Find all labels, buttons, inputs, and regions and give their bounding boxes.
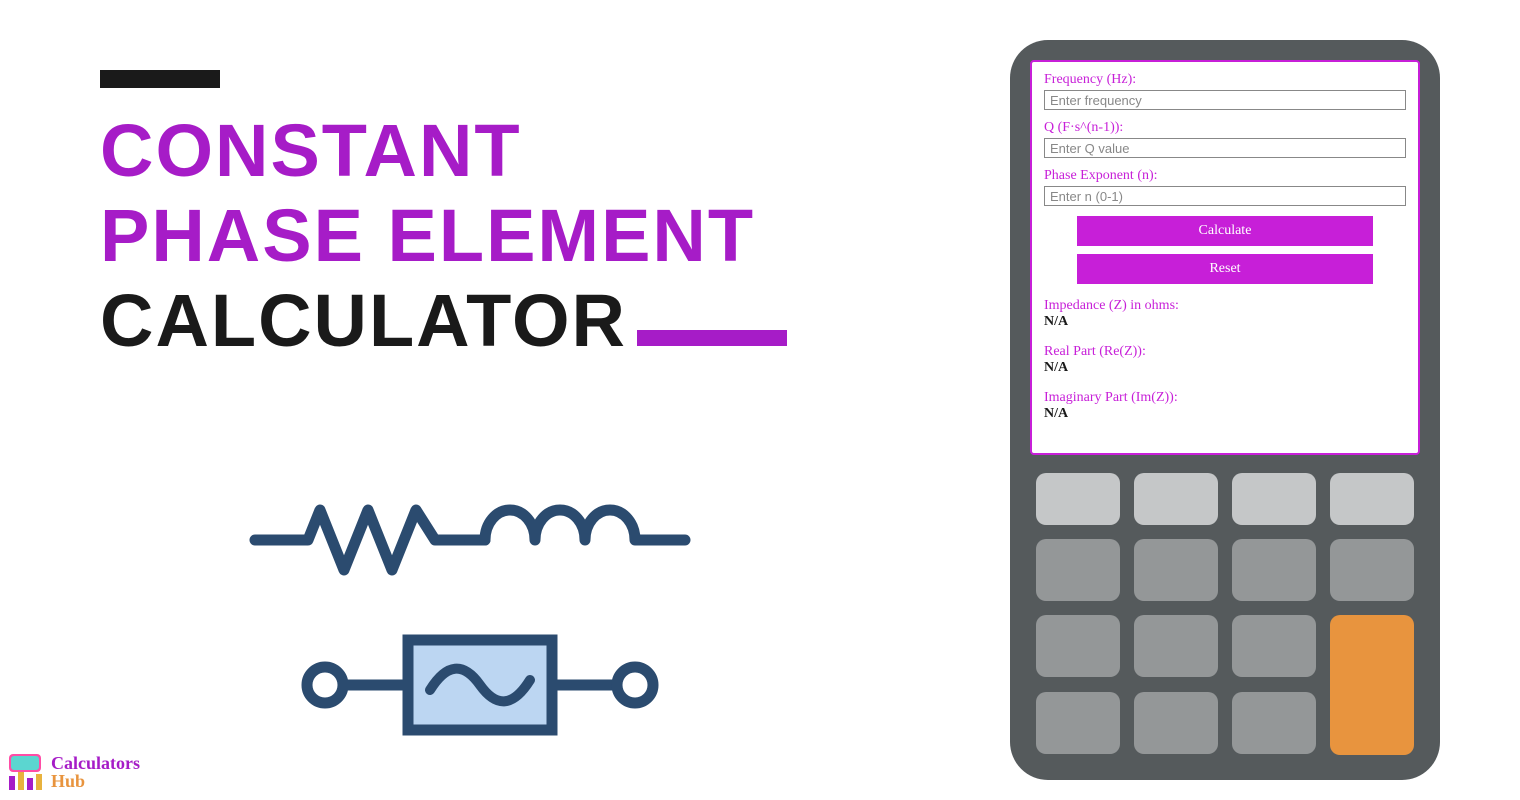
q-label: Q (F·s^(n-1)): <box>1044 120 1406 136</box>
keypad-key[interactable] <box>1036 615 1120 677</box>
keypad-key[interactable] <box>1134 692 1218 754</box>
n-input[interactable] <box>1044 186 1406 206</box>
title-accent-bar <box>100 70 220 88</box>
real-value: N/A <box>1044 360 1406 376</box>
page-title: CONSTANT PHASE ELEMENT CALCULATOR <box>100 70 787 363</box>
keypad-key[interactable] <box>1036 473 1120 525</box>
keypad-key[interactable] <box>1232 692 1316 754</box>
keypad-equals-key[interactable] <box>1330 615 1414 755</box>
calculator-screen: Frequency (Hz): Q (F·s^(n-1)): Phase Exp… <box>1030 60 1420 455</box>
keypad-key[interactable] <box>1134 615 1218 677</box>
calculate-button[interactable]: Calculate <box>1077 216 1374 246</box>
keypad-key[interactable] <box>1330 473 1414 525</box>
calculator-device: Frequency (Hz): Q (F·s^(n-1)): Phase Exp… <box>1010 40 1440 780</box>
logo-text-1: Calculators <box>51 754 140 772</box>
keypad-key[interactable] <box>1036 692 1120 754</box>
logo-icon <box>5 752 45 792</box>
impedance-label: Impedance (Z) in ohms: <box>1044 298 1406 314</box>
brand-logo: Calculators Hub <box>5 752 140 792</box>
keypad-key[interactable] <box>1330 539 1414 601</box>
impedance-value: N/A <box>1044 314 1406 330</box>
title-underline <box>637 330 787 346</box>
imag-value: N/A <box>1044 406 1406 422</box>
reset-button[interactable]: Reset <box>1077 254 1374 284</box>
keypad-key[interactable] <box>1134 539 1218 601</box>
keypad-key[interactable] <box>1232 539 1316 601</box>
keypad-key[interactable] <box>1134 473 1218 525</box>
frequency-input[interactable] <box>1044 90 1406 110</box>
keypad <box>1030 473 1420 755</box>
title-line-1: CONSTANT <box>100 108 787 193</box>
real-label: Real Part (Re(Z)): <box>1044 344 1406 360</box>
title-line-2: PHASE ELEMENT <box>100 193 787 278</box>
logo-text-2: Hub <box>51 772 140 790</box>
n-label: Phase Exponent (n): <box>1044 168 1406 184</box>
keypad-key[interactable] <box>1232 473 1316 525</box>
keypad-key[interactable] <box>1232 615 1316 677</box>
frequency-label: Frequency (Hz): <box>1044 72 1406 88</box>
imag-label: Imaginary Part (Im(Z)): <box>1044 390 1406 406</box>
q-input[interactable] <box>1044 138 1406 158</box>
keypad-key[interactable] <box>1036 539 1120 601</box>
title-line-3: CALCULATOR <box>100 279 627 362</box>
circuit-diagram-icon <box>240 470 720 755</box>
